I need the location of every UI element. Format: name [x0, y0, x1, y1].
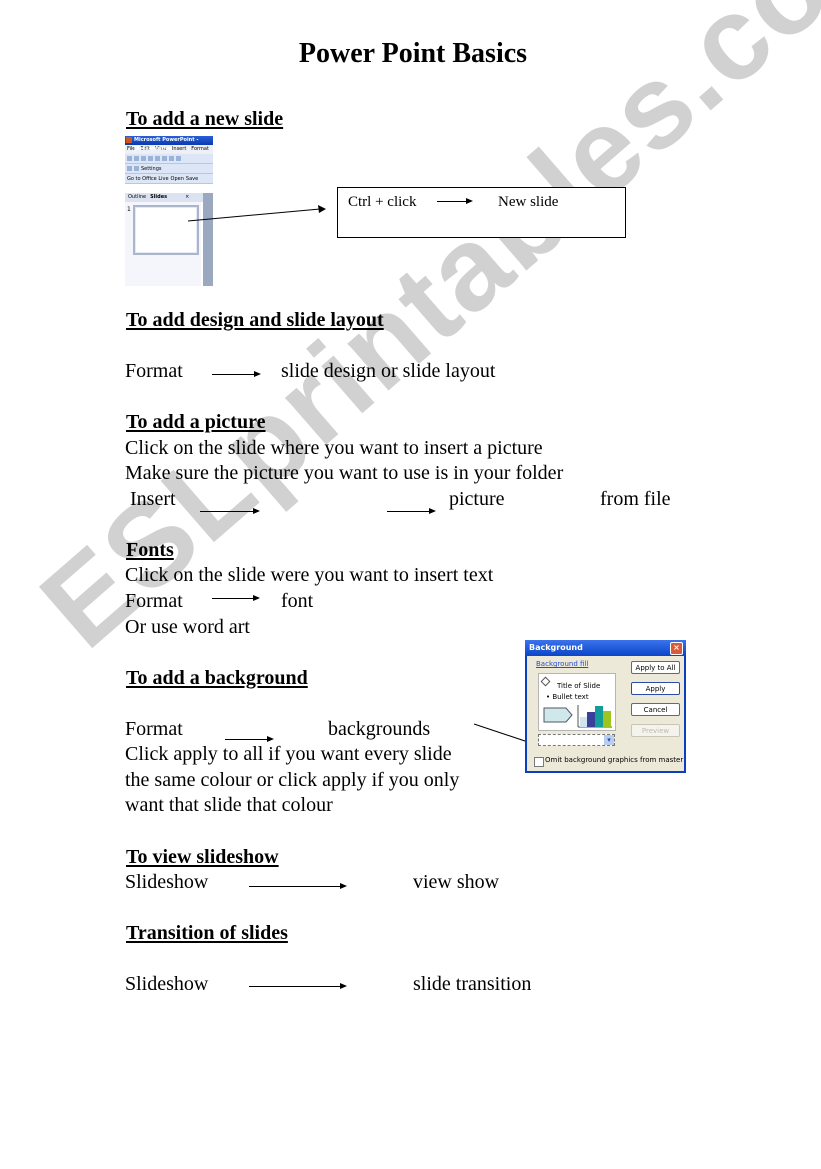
arrow-icon	[249, 983, 347, 989]
arrow-icon	[212, 595, 260, 601]
heading-transition: Transition of slides	[126, 922, 288, 944]
arrow-icon	[249, 883, 347, 889]
diamond-icon	[540, 676, 551, 687]
text-background-line3: want that slide that colour	[125, 794, 333, 816]
text-picture-line1: Click on the slide where you want to ins…	[125, 437, 543, 459]
preview-bullet: • Bullet text	[546, 693, 589, 701]
pentagon-shape-icon	[543, 707, 573, 723]
step-backgrounds: backgrounds	[328, 718, 431, 740]
text-background-line1: Click apply to all if you want every sli…	[125, 743, 452, 765]
slide-preview: Title of Slide • Bullet text	[538, 673, 616, 731]
arrow-icon	[212, 371, 261, 377]
step-view-show: view show	[413, 871, 500, 893]
heading-picture: To add a picture	[126, 411, 266, 433]
callout-box-new-slide: Ctrl + click New slide	[337, 187, 626, 238]
step-slideshow: Slideshow	[125, 973, 209, 995]
worksheet-page: Power Point Basics To add a new slide Mi…	[0, 0, 821, 1169]
close-icon: ×	[670, 642, 683, 655]
omit-graphics-checkbox	[534, 757, 544, 767]
preview-bar	[603, 711, 611, 727]
chevron-down-icon: ▾	[604, 735, 614, 745]
step-slide-design: slide design or slide layout	[281, 360, 496, 382]
preview-bar	[580, 717, 587, 727]
step-slideshow: Slideshow	[125, 871, 209, 893]
text-fonts-line1: Click on the slide were you want to inse…	[125, 564, 494, 586]
arrow-icon	[225, 736, 274, 742]
arrow-icon	[387, 508, 436, 514]
text-background-line2: the same colour or click apply if you on…	[125, 769, 460, 791]
step-slide-transition: slide transition	[413, 973, 532, 995]
arrow-icon	[200, 508, 260, 514]
callout-step-new-slide: New slide	[498, 194, 559, 210]
heading-slideshow: To view slideshow	[126, 846, 279, 868]
step-format: Format	[125, 718, 183, 740]
heading-fonts: Fonts	[126, 539, 174, 561]
background-fill-label: Background fill	[536, 660, 589, 668]
preview-bar	[595, 706, 603, 727]
apply-button: Apply	[631, 682, 680, 695]
preview-title: Title of Slide	[557, 682, 601, 690]
text-word-art: Or use word art	[125, 616, 250, 638]
background-dialog-screenshot: Background × Background fill Title of Sl…	[525, 640, 686, 773]
connector-line-new-slide	[187, 208, 321, 222]
apply-to-all-button: Apply to All	[631, 661, 680, 674]
fill-color-dropdown: ▾	[538, 734, 615, 746]
step-insert: Insert	[130, 488, 176, 510]
arrow-icon	[437, 198, 473, 204]
connector-arrowhead-new-slide	[318, 205, 326, 213]
callout-step-ctrl-click: Ctrl + click	[348, 194, 417, 210]
heading-design-layout: To add design and slide layout	[126, 309, 384, 331]
step-font: font	[281, 590, 314, 612]
dialog-titlebar: Background ×	[525, 640, 686, 656]
preview-button: Preview	[631, 724, 680, 737]
preview-graphics	[543, 705, 612, 728]
cancel-button: Cancel	[631, 703, 680, 716]
step-format: Format	[125, 360, 183, 382]
text-picture-line2: Make sure the picture you want to use is…	[125, 462, 564, 484]
dialog-title: Background	[529, 643, 583, 652]
omit-graphics-label: Omit background graphics from master	[545, 756, 684, 764]
preview-bar	[587, 712, 595, 727]
step-from-file: from file	[600, 488, 671, 510]
heading-background: To add a background	[126, 667, 308, 689]
step-format: Format	[125, 590, 183, 612]
step-picture: picture	[449, 488, 505, 510]
